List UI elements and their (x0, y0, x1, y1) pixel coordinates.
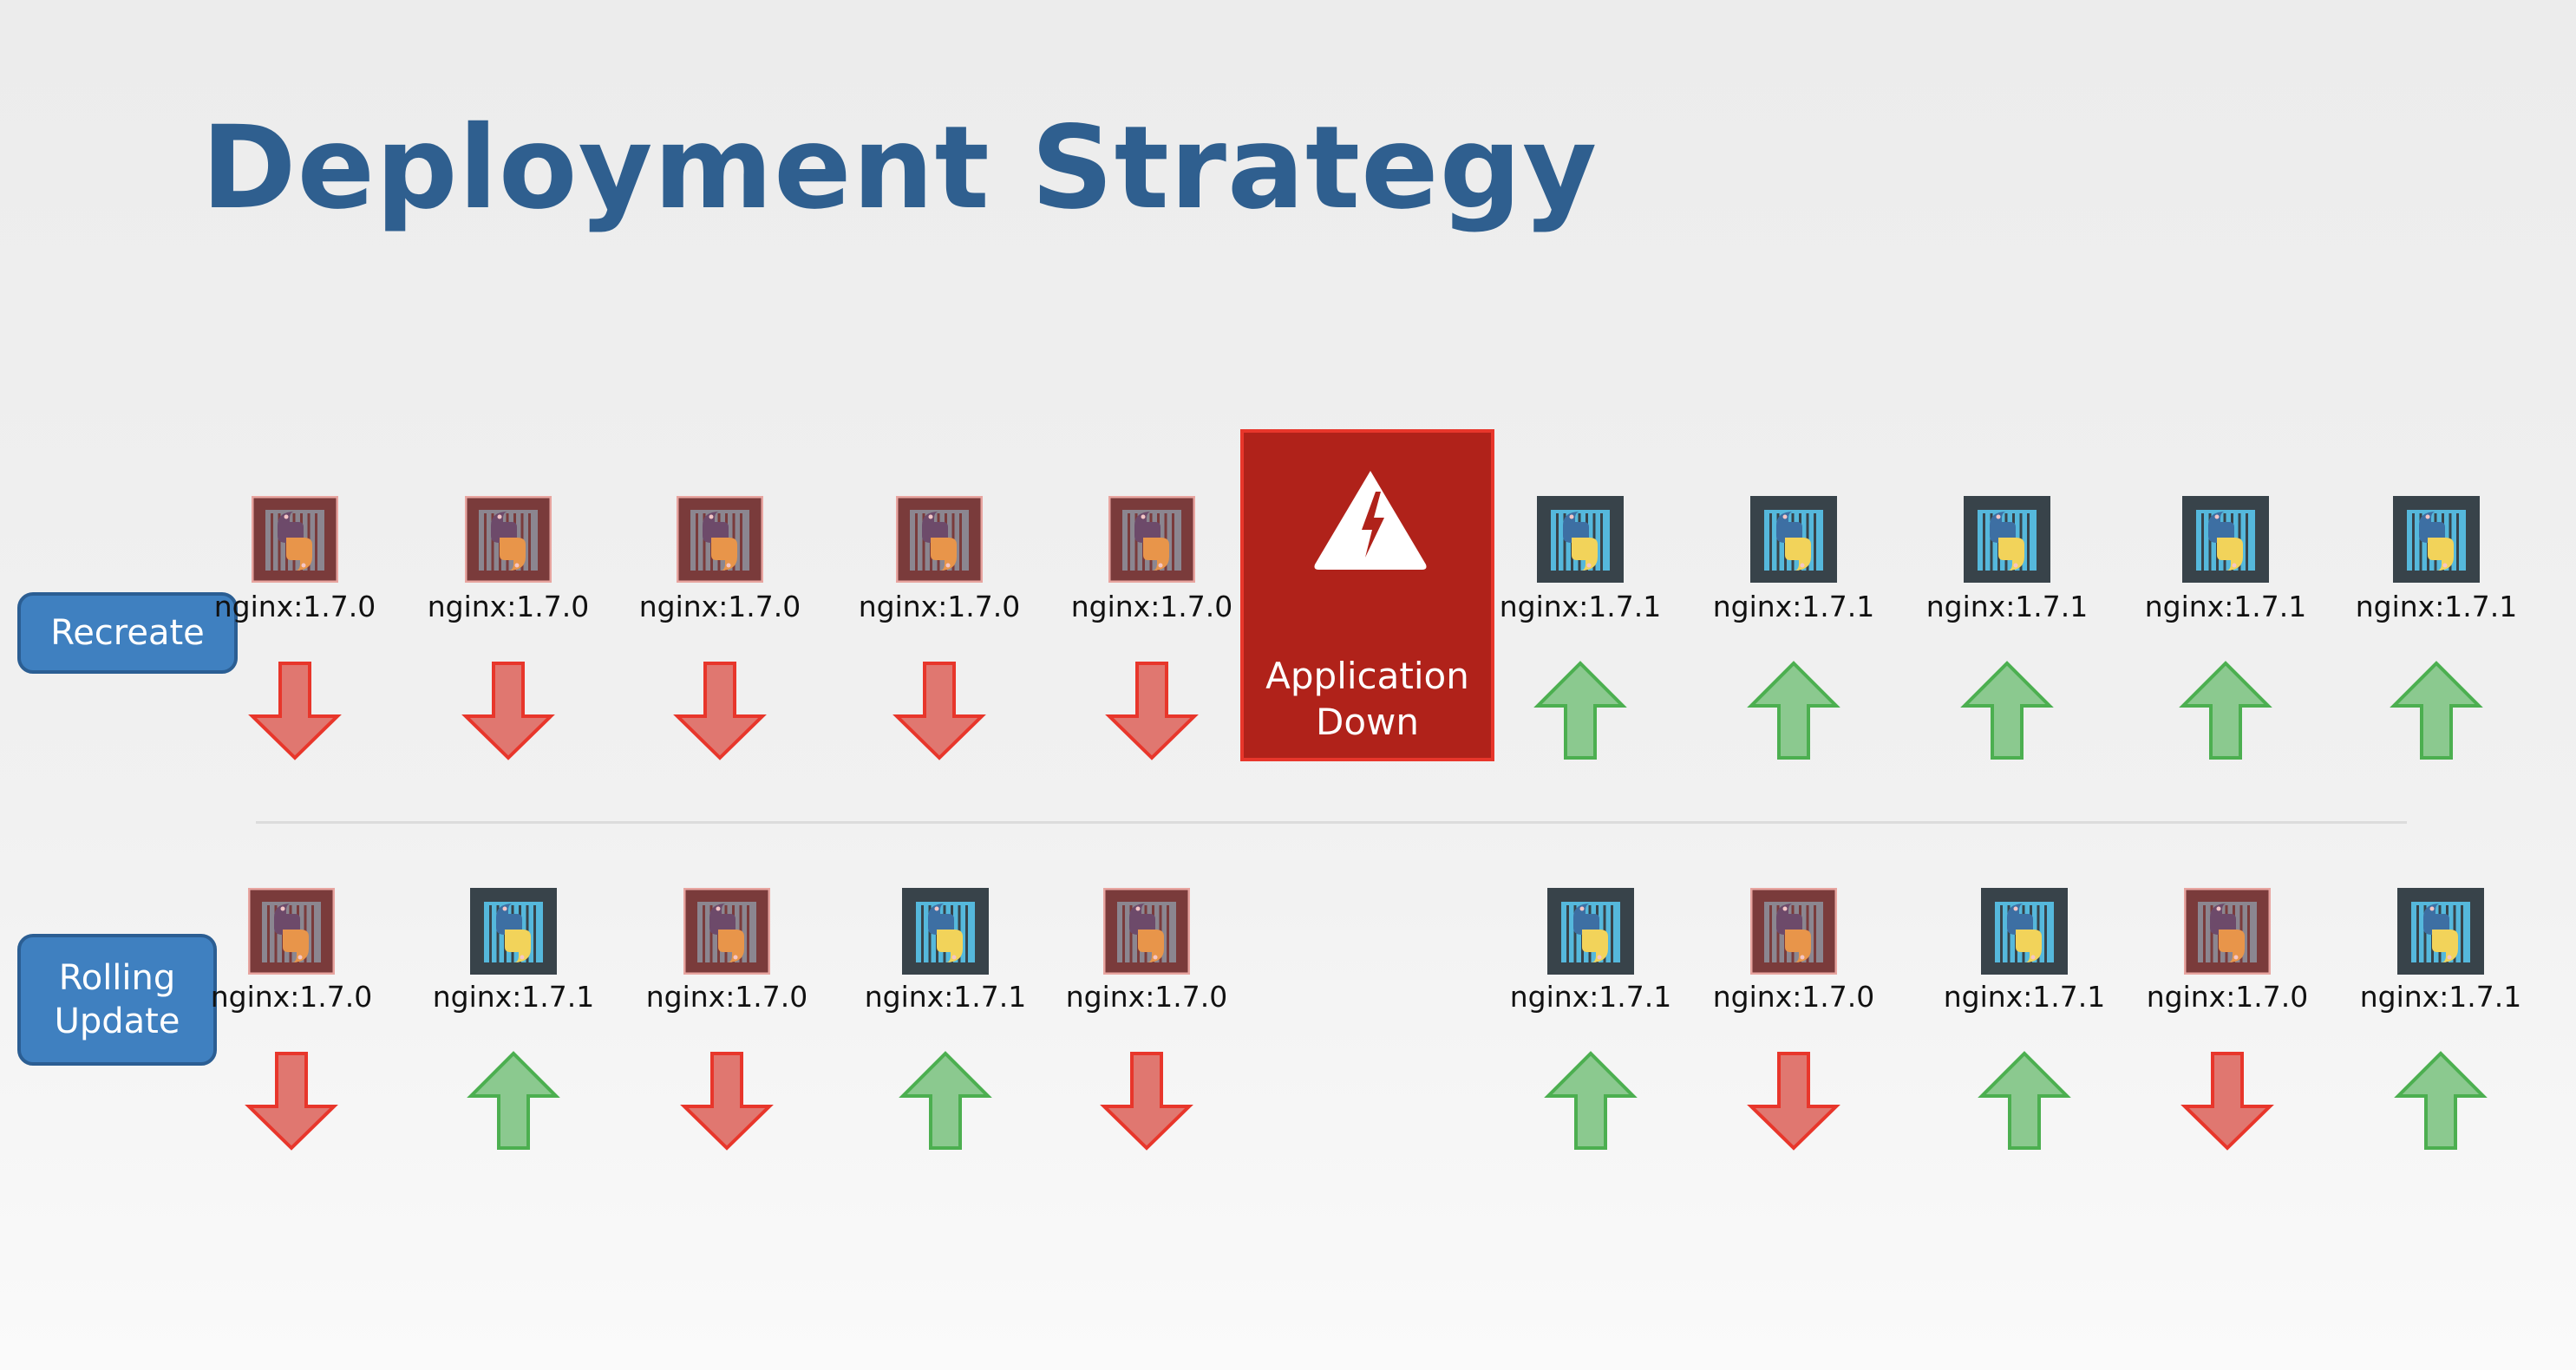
nginx-new-container-icon (1980, 887, 2069, 975)
pod-image-label: nginx:1.7.1 (2144, 590, 2307, 623)
pod-image-label: nginx:1.7.1 (1925, 590, 2089, 623)
nginx-old-container-icon (251, 495, 339, 584)
rolling-label-line2: Update (54, 1001, 180, 1041)
arrow-up-icon (2178, 661, 2273, 760)
pod-image-label: nginx:1.7.1 (2355, 590, 2518, 623)
nginx-new-container-icon (1749, 495, 1838, 584)
pod-image-label: nginx:1.7.1 (1712, 590, 1875, 623)
application-down-line2: Down (1315, 700, 1419, 743)
pod-image-label: nginx:1.7.1 (432, 980, 595, 1014)
pod-image-label: nginx:1.7.0 (213, 590, 376, 623)
nginx-old-container-icon (1749, 887, 1838, 975)
row-divider (256, 821, 2407, 824)
arrow-down-icon (1746, 1051, 1841, 1151)
slide-title: Deployment Strategy (201, 101, 1599, 235)
pod-image-label: nginx:1.7.0 (1065, 980, 1228, 1014)
arrow-down-icon (247, 661, 343, 760)
nginx-old-container-icon (1108, 495, 1196, 584)
pod-image-label: nginx:1.7.0 (858, 590, 1021, 623)
nginx-new-container-icon (1546, 887, 1635, 975)
recreate-label-text: Recreate (50, 613, 205, 653)
nginx-old-container-icon (247, 887, 336, 975)
warning-lightning-icon (1314, 471, 1427, 570)
application-down-box: Application Down (1240, 429, 1494, 761)
pod-image-label: nginx:1.7.0 (638, 590, 801, 623)
arrow-down-icon (1099, 1051, 1194, 1151)
nginx-old-container-icon (895, 495, 984, 584)
arrow-down-icon (679, 1051, 775, 1151)
arrow-down-icon (244, 1051, 339, 1151)
nginx-old-container-icon (2183, 887, 2272, 975)
rolling-label-line1: Rolling (58, 958, 176, 998)
pod-image-label: nginx:1.7.0 (427, 590, 590, 623)
nginx-new-container-icon (1536, 495, 1625, 584)
nginx-new-container-icon (469, 887, 558, 975)
nginx-new-container-icon (1963, 495, 2051, 584)
application-down-line1: Application (1265, 655, 1469, 697)
arrow-up-icon (466, 1051, 561, 1151)
arrow-up-icon (1959, 661, 2055, 760)
nginx-old-container-icon (676, 495, 764, 584)
pod-image-label: nginx:1.7.1 (1509, 980, 1672, 1014)
nginx-old-container-icon (1102, 887, 1191, 975)
nginx-new-container-icon (2392, 495, 2481, 584)
arrow-up-icon (1746, 661, 1841, 760)
arrow-up-icon (1533, 661, 1628, 760)
arrow-up-icon (1543, 1051, 1638, 1151)
arrow-up-icon (898, 1051, 993, 1151)
nginx-new-container-icon (901, 887, 990, 975)
arrow-down-icon (892, 661, 987, 760)
arrow-down-icon (2180, 1051, 2275, 1151)
pod-image-label: nginx:1.7.0 (210, 980, 373, 1014)
pod-image-label: nginx:1.7.0 (645, 980, 808, 1014)
arrow-up-icon (1977, 1051, 2072, 1151)
arrow-down-icon (1104, 661, 1200, 760)
nginx-new-container-icon (2181, 495, 2270, 584)
pod-image-label: nginx:1.7.0 (2146, 980, 2309, 1014)
pod-image-label: nginx:1.7.1 (1499, 590, 1662, 623)
rolling-update-strategy-label: Rolling Update (17, 934, 217, 1066)
arrow-up-icon (2389, 661, 2484, 760)
pod-image-label: nginx:1.7.0 (1070, 590, 1233, 623)
pod-image-label: nginx:1.7.1 (864, 980, 1027, 1014)
arrow-down-icon (672, 661, 768, 760)
arrow-up-icon (2393, 1051, 2488, 1151)
nginx-old-container-icon (464, 495, 552, 584)
pod-image-label: nginx:1.7.1 (1943, 980, 2106, 1014)
nginx-old-container-icon (683, 887, 771, 975)
arrow-down-icon (461, 661, 556, 760)
pod-image-label: nginx:1.7.1 (2359, 980, 2522, 1014)
pod-image-label: nginx:1.7.0 (1712, 980, 1875, 1014)
nginx-new-container-icon (2396, 887, 2485, 975)
